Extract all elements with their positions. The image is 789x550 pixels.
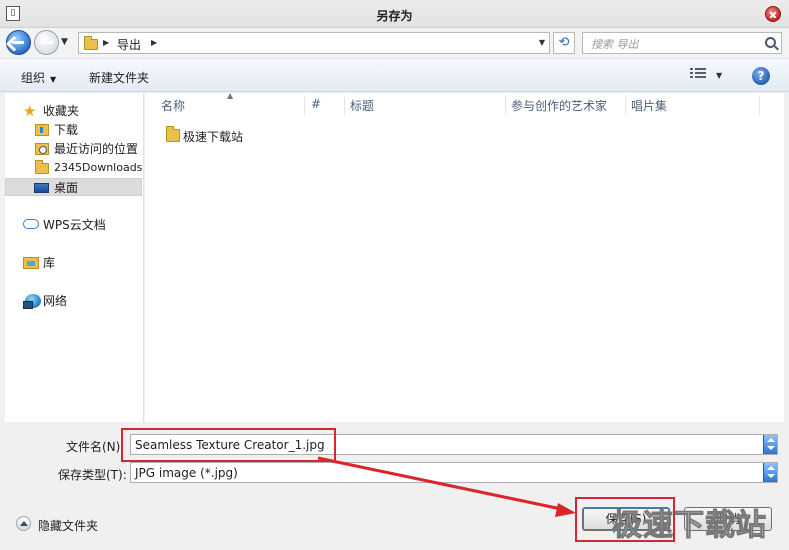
watermark-text: 极速下载站: [612, 508, 767, 544]
save-as-dialog: ▯ 另存为 ▼ ▶ 导出 ▶ ▼ ⟲ 搜索 导出 组织 ▼ 新建文件夹 ▼ ? ★: [0, 0, 789, 550]
annotation-arrow: [317, 456, 576, 517]
